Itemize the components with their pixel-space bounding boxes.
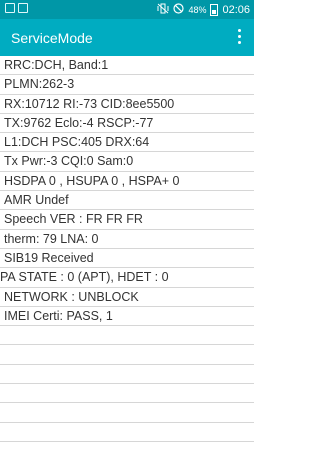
notification-icon [5, 3, 15, 13]
list-item [0, 423, 254, 442]
list-item [0, 365, 254, 385]
more-vert-icon[interactable] [236, 29, 242, 45]
list-item: Tx Pwr:-3 CQI:0 Sam:0 [0, 152, 254, 172]
list-item: NETWORK : UNBLOCK [0, 288, 254, 307]
list-item: AMR Undef [0, 191, 254, 211]
list-item: therm: 79 LNA: 0 [0, 230, 254, 249]
list-item: RX:10712 RI:-73 CID:8ee5500 [0, 95, 254, 114]
clock-time: 02:06 [222, 4, 250, 16]
battery-percent: 48% [188, 5, 207, 15]
list-item [0, 326, 254, 346]
list-item [0, 403, 254, 423]
notification-icons [5, 3, 28, 13]
app-title: ServiceMode [11, 30, 93, 46]
vibrate-mute-icon [157, 3, 169, 17]
app-bar: ServiceMode [0, 19, 254, 56]
do-not-disturb-icon [173, 3, 185, 17]
list-item: HSDPA 0 , HSUPA 0 , HSPA+ 0 [0, 172, 254, 192]
list-item: L1:DCH PSC:405 DRX:64 [0, 133, 254, 153]
notification-icon [18, 3, 28, 13]
list-item [0, 345, 254, 365]
list-item: RRC:DCH, Band:1 [0, 56, 254, 76]
service-info-list: RRC:DCH, Band:1 PLMN:262-3 RX:10712 RI:-73… [0, 56, 254, 442]
list-item: PA STATE : 0 (APT), HDET : 0 [0, 268, 254, 288]
status-right: 48% 02:06 [157, 3, 250, 17]
list-item: IMEI Certi: PASS, 1 [0, 307, 254, 327]
list-item: PLMN:262-3 [0, 75, 254, 95]
list-item [0, 384, 254, 404]
list-item: SIB19 Received [0, 249, 254, 269]
list-item: TX:9762 Eclo:-4 RSCP:-77 [0, 114, 254, 134]
battery-icon [210, 4, 219, 16]
status-bar: 48% 02:06 [0, 0, 254, 19]
list-item: Speech VER : FR FR FR [0, 210, 254, 230]
